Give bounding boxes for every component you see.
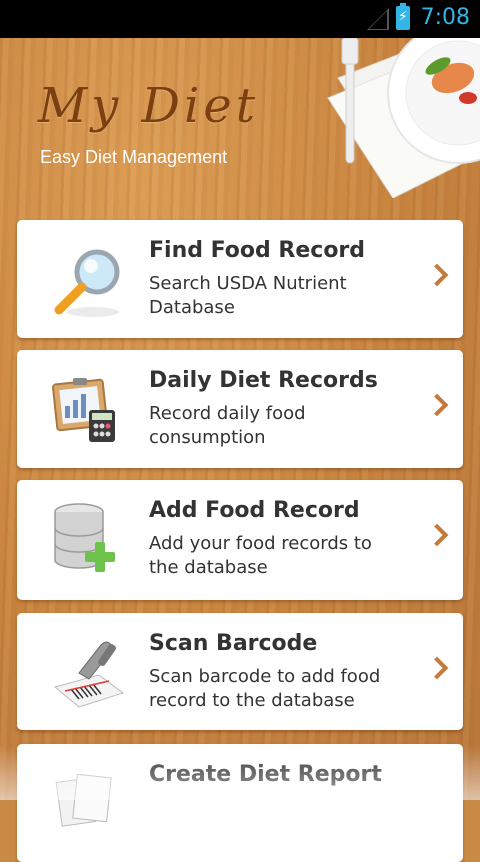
app-subtitle: Easy Diet Management <box>40 147 228 167</box>
barcode-scanner-icon <box>53 641 125 708</box>
chevron-right-icon <box>425 263 449 287</box>
battery-charging-icon: ⚡ <box>396 3 410 30</box>
menu-item-title: Find Food Record <box>149 238 366 263</box>
report-icon <box>55 773 112 827</box>
app-header: My Diet Easy Diet Management <box>0 38 480 218</box>
chevron-right-icon <box>425 656 449 680</box>
magnifier-icon <box>54 249 120 317</box>
menu-item-description: Scan barcode to add food record to the d… <box>149 666 381 711</box>
menu-item-find-food-record[interactable]: Find Food Record Search USDA Nutrient Da… <box>17 220 463 338</box>
plate-fork-illustration <box>327 38 480 198</box>
menu-item-title: Scan Barcode <box>149 631 318 656</box>
status-bar: ⚡ 7:08 <box>0 0 480 38</box>
menu-item-scan-barcode[interactable]: Scan Barcode Scan barcode to add food re… <box>17 613 463 730</box>
status-time: 7:08 <box>420 5 470 30</box>
chevron-right-icon <box>425 523 449 547</box>
database-add-icon <box>54 503 115 572</box>
chevron-right-icon <box>425 393 449 417</box>
menu-item-title: Create Diet Report <box>149 762 382 787</box>
menu-item-add-food-record[interactable]: Add Food Record Add your food records to… <box>17 480 463 600</box>
menu-item-create-diet-report[interactable]: Create Diet Report <box>17 744 463 862</box>
menu-item-description: Search USDA Nutrient Database <box>149 273 347 318</box>
app-title: My Diet <box>38 78 260 134</box>
clipboard-calculator-icon <box>52 378 115 442</box>
signal-icon <box>367 8 389 30</box>
menu-item-title: Add Food Record <box>149 498 360 523</box>
menu-item-description: Record daily food consumption <box>149 403 306 448</box>
menu-item-title: Daily Diet Records <box>149 368 378 393</box>
menu-item-description: Add your food records to the database <box>149 533 372 578</box>
menu-item-daily-diet-records[interactable]: Daily Diet Records Record daily food con… <box>17 350 463 468</box>
